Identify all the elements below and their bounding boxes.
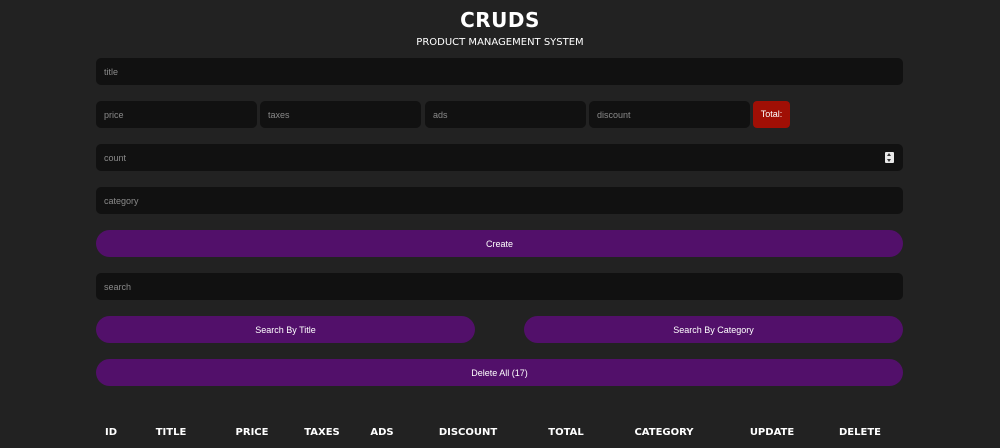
- search-by-title-button[interactable]: Search By Title: [96, 316, 475, 343]
- stepper-down-icon[interactable]: [887, 159, 891, 162]
- create-button[interactable]: Create: [96, 230, 903, 257]
- column-header-update: UPDATE: [749, 427, 795, 438]
- crud-page: CRUDS PRODUCT MANAGEMENT SYSTEM Total: C…: [0, 0, 1000, 448]
- column-header-price: PRICE: [235, 427, 269, 438]
- discount-input[interactable]: [589, 101, 750, 128]
- count-stepper[interactable]: [885, 152, 894, 163]
- search-by-category-button[interactable]: Search By Category: [524, 316, 903, 343]
- app-title: CRUDS: [460, 8, 540, 32]
- column-header-delete: DELETE: [839, 427, 881, 438]
- column-header-category: CATEGORY: [634, 427, 694, 438]
- column-header-taxes: TAXES: [304, 427, 340, 438]
- column-header-title: TITLE: [155, 427, 187, 438]
- table-header-row: ID TITLE PRICE TAXES ADS DISCOUNT TOTAL …: [0, 426, 1000, 440]
- column-header-discount: DISCOUNT: [438, 427, 498, 438]
- category-input[interactable]: [96, 187, 903, 214]
- title-input[interactable]: [96, 58, 903, 85]
- column-header-total: TOTAL: [548, 427, 584, 438]
- delete-all-button[interactable]: Delete All (17): [96, 359, 903, 386]
- page-header: CRUDS PRODUCT MANAGEMENT SYSTEM: [0, 8, 1000, 49]
- price-input[interactable]: [96, 101, 257, 128]
- count-input[interactable]: [96, 144, 903, 171]
- total-badge: Total:: [753, 101, 790, 128]
- column-header-id: ID: [104, 427, 118, 438]
- app-subtitle: PRODUCT MANAGEMENT SYSTEM: [416, 37, 584, 48]
- search-input[interactable]: [96, 273, 903, 300]
- ads-input[interactable]: [425, 101, 586, 128]
- taxes-input[interactable]: [260, 101, 421, 128]
- column-header-ads: ADS: [370, 427, 394, 438]
- stepper-up-icon[interactable]: [887, 153, 891, 156]
